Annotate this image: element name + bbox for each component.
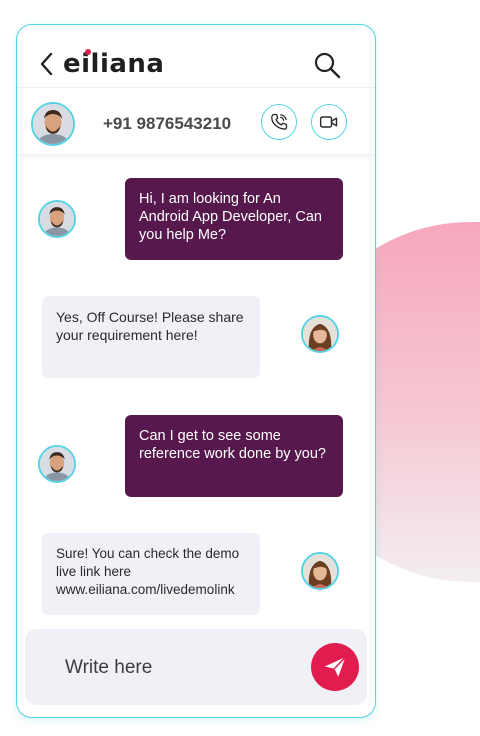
contact-avatar-small	[301, 552, 339, 590]
male-avatar-icon	[33, 104, 73, 144]
message-text: Sure! You can check the demo live link h…	[56, 546, 240, 597]
sender-avatar	[38, 200, 76, 238]
send-icon	[324, 656, 346, 677]
contact-avatar[interactable]	[31, 102, 75, 146]
video-camera-icon	[319, 116, 338, 128]
logo-text: eiliana	[63, 49, 165, 79]
chat-screen: eiliana +91 9876543210 Hi, I am looking …	[16, 24, 376, 718]
message-text: Yes, Off Course! Please share your requi…	[56, 309, 244, 343]
sender-avatar	[38, 445, 76, 483]
male-avatar-icon	[40, 447, 74, 481]
contact-avatar-small	[301, 315, 339, 353]
message-bubble-outgoing: Hi, I am looking for An Android App Deve…	[125, 178, 343, 260]
female-avatar-icon	[303, 317, 337, 351]
contact-phone-number: +91 9876543210	[103, 114, 232, 133]
send-button[interactable]	[311, 643, 359, 691]
message-composer: Write here	[25, 629, 367, 705]
call-button[interactable]	[261, 104, 297, 140]
phone-call-icon	[271, 113, 288, 130]
app-header: eiliana	[17, 25, 375, 87]
logo-dot-icon	[85, 49, 91, 55]
message-text: Can I get to see some reference work don…	[139, 428, 326, 462]
video-call-button[interactable]	[311, 104, 347, 140]
contact-bar: +91 9876543210	[17, 87, 375, 155]
app-logo: eiliana	[63, 49, 164, 79]
search-icon[interactable]	[313, 51, 341, 79]
message-input[interactable]: Write here	[65, 657, 152, 679]
message-text: Hi, I am looking for An Android App Deve…	[139, 191, 322, 243]
message-bubble-outgoing: Can I get to see some reference work don…	[125, 415, 343, 497]
female-avatar-icon	[303, 554, 337, 588]
message-bubble-incoming: Yes, Off Course! Please share your requi…	[42, 296, 260, 378]
male-avatar-icon	[40, 202, 74, 236]
chevron-left-icon[interactable]	[39, 51, 55, 77]
message-bubble-incoming: Sure! You can check the demo live link h…	[42, 533, 260, 615]
